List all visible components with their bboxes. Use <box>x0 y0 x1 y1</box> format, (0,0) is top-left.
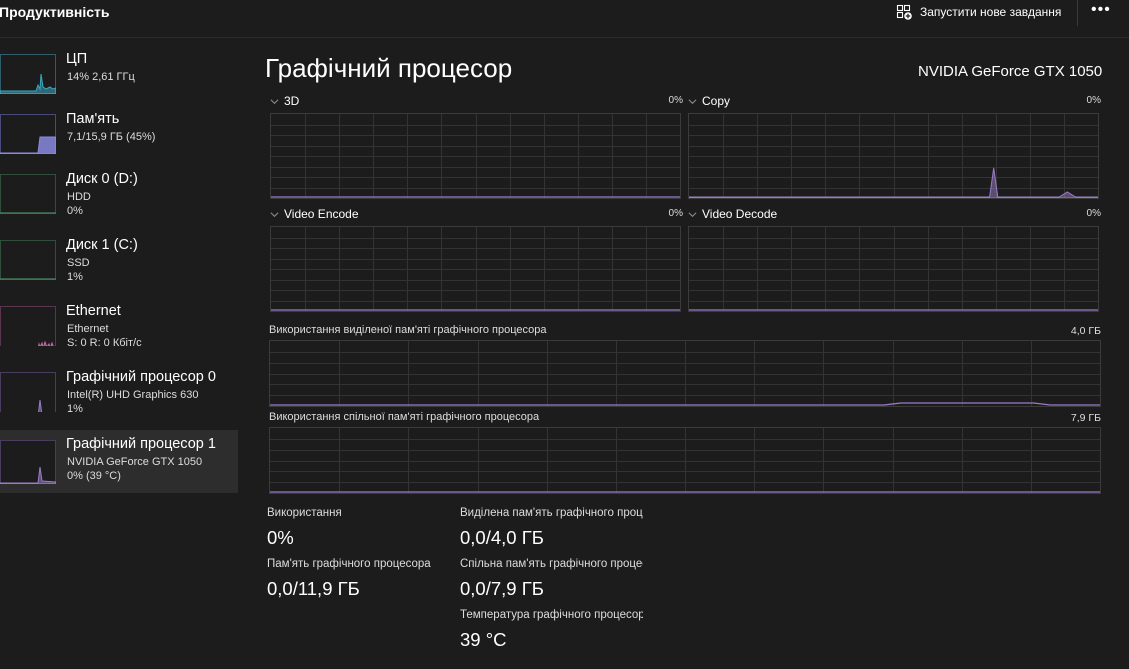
gpu1-mini-graph <box>0 440 56 484</box>
disk0-mini-graph <box>0 174 56 214</box>
sidebar-item-gpu-0[interactable]: Графічний процесор 0 Intel(R) UHD Graphi… <box>0 365 238 423</box>
new-task-icon <box>896 4 912 20</box>
toolbar-divider <box>1077 0 1078 26</box>
temperature-value: 39 °C <box>460 629 507 650</box>
shared-memory-graph-label: Використання спільної пам'яті графічного… <box>269 411 540 423</box>
engine-selector-3d[interactable]: 3D <box>270 94 299 108</box>
engine-name: Video Encode <box>284 207 359 221</box>
sidebar-item-name: Диск 1 (C:) <box>66 237 138 253</box>
chevron-down-icon <box>270 99 279 105</box>
utilization-value: 0% <box>267 527 294 548</box>
engine-name: 3D <box>284 94 300 108</box>
sidebar-item-ethernet[interactable]: Ethernet Ethernet S: 0 R: 0 Кбіт/с <box>0 299 238 357</box>
engine-percent: 0% <box>668 95 683 106</box>
gpu-memory-label: Пам'ять графічного процесора <box>267 558 431 570</box>
engine-percent: 0% <box>668 208 683 219</box>
engine-graph-3d <box>270 113 681 199</box>
shared-memory-value: 0,0/7,9 ГБ <box>460 578 544 599</box>
sidebar-item-usage-temp: 0% (39 °C) <box>67 470 121 482</box>
sidebar-item-name: Графічний процесор 0 <box>66 369 216 385</box>
sidebar-item-memory[interactable]: Пам'ять 7,1/15,9 ГБ (45%) <box>0 107 238 165</box>
dedicated-memory-graph <box>269 340 1101 407</box>
chevron-down-icon <box>688 99 697 105</box>
sidebar-item-usage: 1% <box>67 271 83 283</box>
gpu-memory-value: 0,0/11,9 ГБ <box>267 578 360 599</box>
sidebar-item-throughput: S: 0 R: 0 Кбіт/с <box>67 337 142 349</box>
disk1-mini-graph <box>0 240 56 280</box>
sidebar-item-name: Диск 0 (D:) <box>66 171 138 187</box>
sidebar-item-name: Графічний процесор 1 <box>66 436 216 452</box>
run-new-task-label: Запустити нове завдання <box>920 5 1062 19</box>
ethernet-mini-graph <box>0 306 56 346</box>
temperature-label: Температура графічного процесора <box>460 609 643 621</box>
dedicated-memory-graph-max: 4,0 ГБ <box>1070 325 1101 337</box>
gpu0-mini-graph <box>0 372 56 412</box>
engine-name: Video Decode <box>702 207 778 221</box>
sidebar-item-type: HDD <box>67 191 91 203</box>
sidebar-item-name: Пам'ять <box>66 111 120 127</box>
sidebar-item-disk-0[interactable]: Диск 0 (D:) HDD 0% <box>0 167 238 225</box>
shared-memory-label: Спільна пам'ять графічного процесора <box>460 558 643 570</box>
page-title: Продуктивність <box>0 4 110 20</box>
engine-graph-video-encode <box>270 226 681 312</box>
engine-percent: 0% <box>1086 95 1101 106</box>
engine-graph-video-decode <box>688 226 1099 312</box>
memory-mini-graph <box>0 114 56 154</box>
sidebar-item-type: SSD <box>67 257 90 269</box>
sidebar-item-name: Ethernet <box>66 303 121 319</box>
utilization-label: Використання <box>267 507 342 519</box>
sidebar-item-model: Intel(R) UHD Graphics 630 <box>67 389 199 401</box>
engine-selector-video-decode[interactable]: Video Decode <box>688 207 777 221</box>
sidebar-item-usage: 0% <box>67 205 83 217</box>
sidebar-item-detail: 14% 2,61 ГГц <box>67 71 135 83</box>
top-bar: Продуктивність Запустити нове завдання •… <box>0 0 1129 38</box>
sidebar-item-usage: 1% <box>67 403 83 415</box>
gpu-model-name: NVIDIA GeForce GTX 1050 <box>918 63 1103 80</box>
shared-memory-graph <box>269 427 1101 494</box>
sidebar-item-cpu[interactable]: ЦП 14% 2,61 ГГц <box>0 47 238 105</box>
engine-percent: 0% <box>1086 208 1101 219</box>
gpu-title: Графічний процесор <box>265 53 513 83</box>
shared-memory-graph-max: 7,9 ГБ <box>1070 412 1101 424</box>
sidebar-item-name: ЦП <box>66 51 88 67</box>
chevron-down-icon <box>270 212 279 218</box>
engine-name: Copy <box>702 94 731 108</box>
more-options-icon[interactable]: ••• <box>1091 1 1111 19</box>
cpu-mini-graph <box>0 54 56 94</box>
engine-selector-video-encode[interactable]: Video Encode <box>270 207 359 221</box>
sidebar-item-gpu-1[interactable]: Графічний процесор 1 NVIDIA GeForce GTX … <box>0 430 238 493</box>
run-new-task-button[interactable]: Запустити нове завдання <box>896 3 1061 21</box>
sidebar-item-detail: 7,1/15,9 ГБ (45%) <box>67 131 156 143</box>
sidebar-item-model: NVIDIA GeForce GTX 1050 <box>67 456 203 468</box>
sidebar-item-adapter: Ethernet <box>67 323 109 335</box>
sidebar-item-disk-1[interactable]: Диск 1 (C:) SSD 1% <box>0 233 238 291</box>
engine-graph-copy <box>688 113 1099 199</box>
dedicated-memory-label: Виділена пам'ять графічного процесора <box>460 507 643 519</box>
dedicated-memory-graph-label: Використання виділеної пам'яті графічног… <box>269 324 547 336</box>
chevron-down-icon <box>688 212 697 218</box>
dedicated-memory-value: 0,0/4,0 ГБ <box>460 527 544 548</box>
engine-selector-copy[interactable]: Copy <box>688 94 730 108</box>
